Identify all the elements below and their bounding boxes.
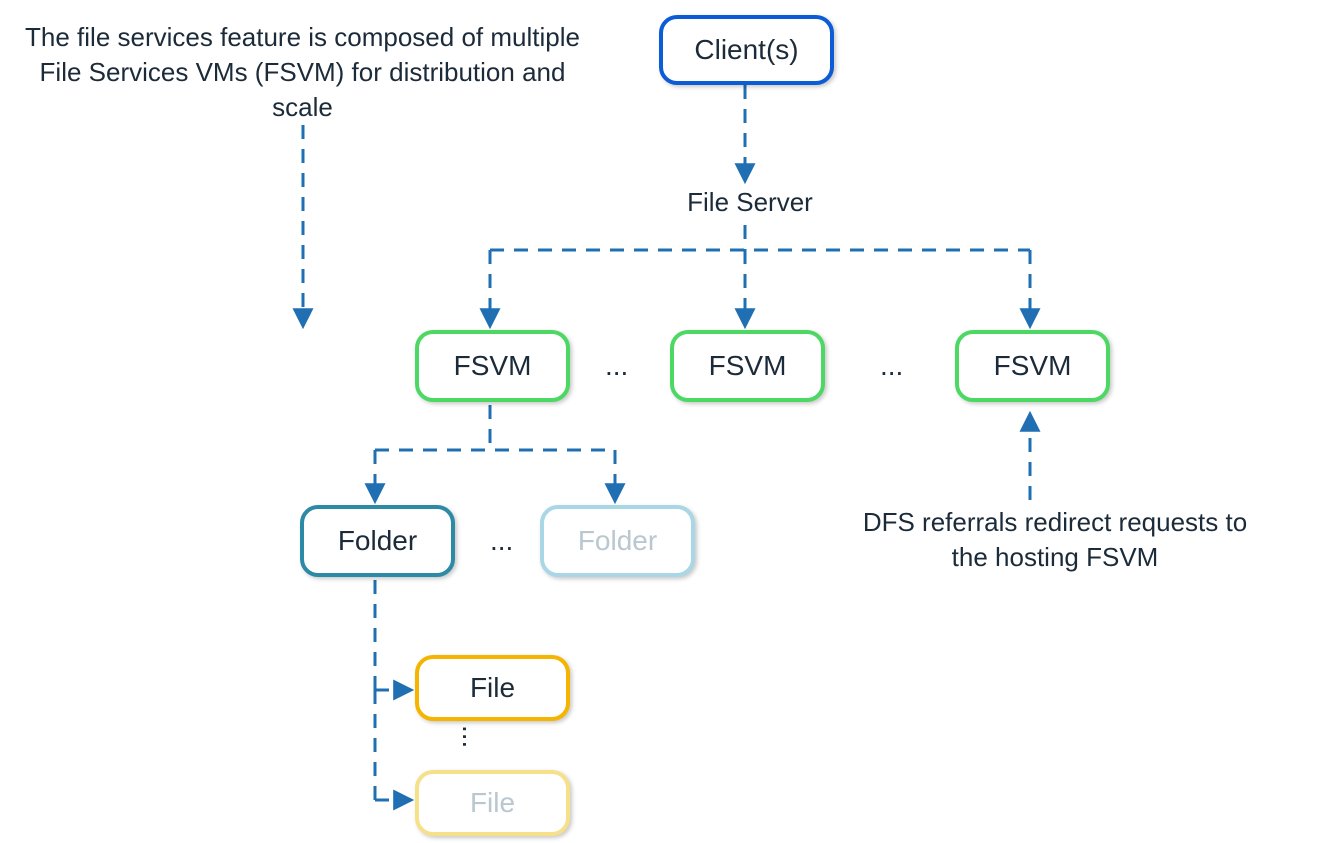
ellipsis-files: ... [456, 725, 488, 748]
node-file-1: File [415, 655, 570, 721]
ellipsis-fsvm-1-2: ... [605, 350, 628, 382]
annotation-right: DFS referrals redirect requests to the h… [845, 505, 1265, 575]
node-file-2: File [415, 770, 570, 836]
node-fsvm-3: FSVM [955, 330, 1110, 402]
node-fsvm-2: FSVM [670, 330, 825, 402]
node-client: Client(s) [659, 15, 834, 85]
diagram-connectors [0, 0, 1327, 843]
annotation-left: The file services feature is composed of… [10, 20, 595, 125]
node-fsvm-1: FSVM [415, 330, 570, 402]
ellipsis-folders: ... [490, 525, 513, 557]
node-folder-1: Folder [300, 505, 455, 577]
file-server-label: File Server [660, 185, 840, 220]
node-folder-2: Folder [540, 505, 695, 577]
ellipsis-fsvm-2-3: ... [880, 350, 903, 382]
